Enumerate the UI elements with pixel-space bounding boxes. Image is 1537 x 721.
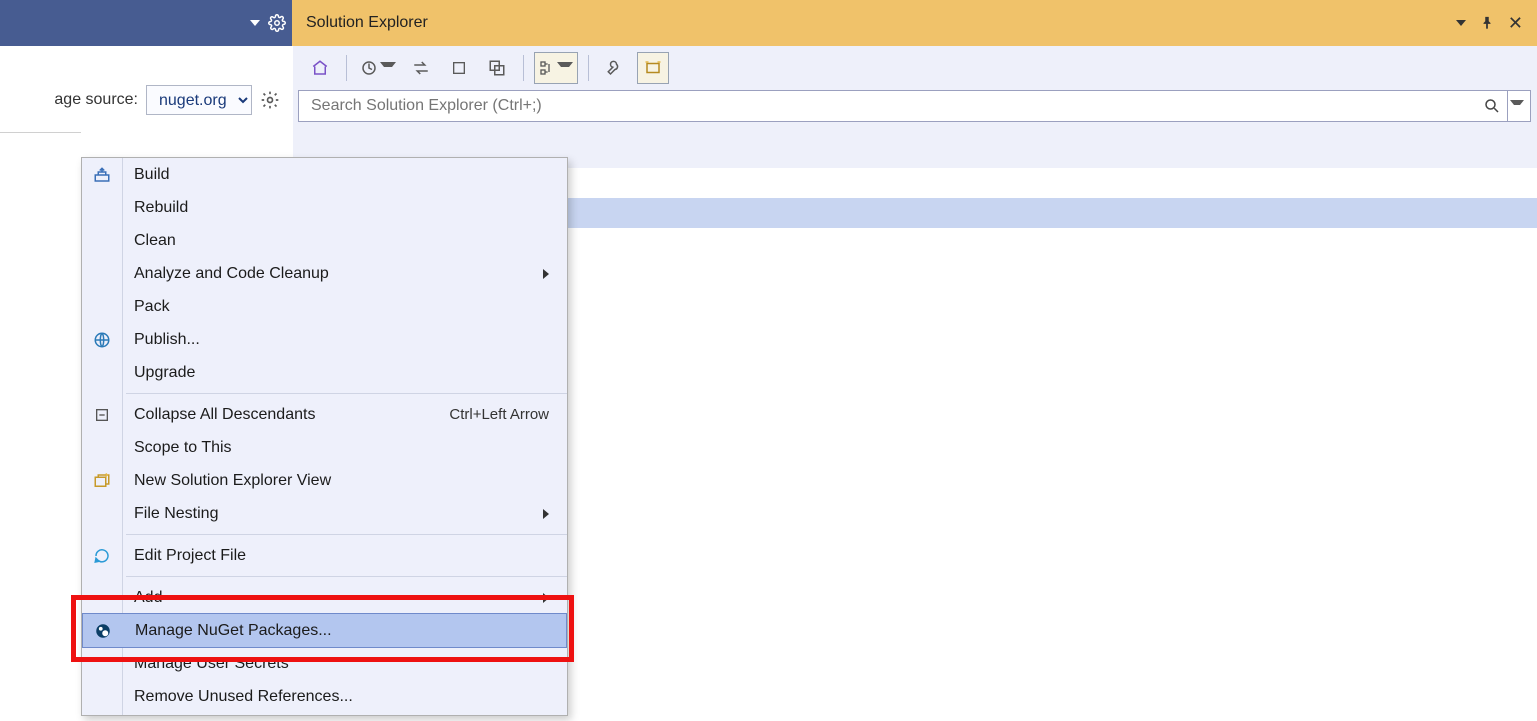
context-menu-separator	[126, 534, 567, 535]
context-menu-item[interactable]: Manage NuGet Packages...	[82, 613, 567, 648]
context-menu-item-label: Upgrade	[134, 364, 195, 382]
submenu-arrow-icon	[543, 509, 549, 519]
solution-explorer-search[interactable]	[298, 90, 1531, 122]
toolbar-separator	[346, 55, 347, 81]
package-source-row: age source: nuget.org	[0, 82, 292, 118]
context-menu-item[interactable]: Rebuild	[82, 191, 567, 224]
collapse-icon	[92, 405, 112, 425]
close-icon[interactable]: ✕	[1508, 14, 1523, 32]
context-menu-shortcut: Ctrl+Left Arrow	[449, 406, 549, 423]
package-source-select[interactable]: nuget.org	[146, 85, 252, 115]
context-menu-item[interactable]: Remove Unused References...	[82, 680, 567, 713]
globe-icon	[92, 330, 112, 350]
context-menu-separator	[126, 576, 567, 577]
search-icon[interactable]	[1483, 97, 1501, 115]
context-menu-item[interactable]: Pack	[82, 290, 567, 323]
context-menu-item[interactable]: Publish...	[82, 323, 567, 356]
context-menu-item[interactable]: File Nesting	[82, 497, 567, 530]
context-menu-item-label: Add	[134, 589, 162, 607]
preview-icon[interactable]	[637, 52, 669, 84]
window-position-dropdown-icon[interactable]	[1456, 20, 1466, 26]
context-menu-item-label: Manage NuGet Packages...	[135, 622, 332, 640]
home-icon[interactable]	[304, 52, 336, 84]
solution-explorer-header: Solution Explorer ✕	[292, 0, 1537, 46]
context-menu-item[interactable]: Edit Project File	[82, 539, 567, 572]
context-menu-item-label: Rebuild	[134, 199, 188, 217]
submenu-arrow-icon	[543, 269, 549, 279]
context-menu-item-label: Analyze and Code Cleanup	[134, 265, 329, 283]
fragment-divider	[0, 132, 81, 133]
package-source-label: age source:	[54, 91, 138, 109]
context-menu-item-label: Edit Project File	[134, 547, 246, 565]
context-menu-item[interactable]: New Solution Explorer View	[82, 464, 567, 497]
pin-icon[interactable]	[1480, 16, 1494, 30]
context-menu-item-label: Collapse All Descendants	[134, 406, 315, 424]
context-menu-item-label: Clean	[134, 232, 176, 250]
context-menu-item[interactable]: Clean	[82, 224, 567, 257]
context-menu-item-label: Remove Unused References...	[134, 688, 353, 706]
context-menu-item-label: File Nesting	[134, 505, 218, 523]
solution-explorer-title: Solution Explorer	[306, 14, 428, 32]
context-menu-item-label: New Solution Explorer View	[134, 472, 331, 490]
context-menu-item-label: Scope to This	[134, 439, 232, 457]
toolbar-separator	[523, 55, 524, 81]
context-menu-item[interactable]: Scope to This	[82, 431, 567, 464]
context-menu-item[interactable]: Add	[82, 581, 567, 614]
context-menu-item[interactable]: Analyze and Code Cleanup	[82, 257, 567, 290]
toolbar-separator	[588, 55, 589, 81]
solution-explorer-toolbar	[292, 46, 1537, 90]
nuget-icon	[93, 621, 113, 641]
new-view-icon	[92, 471, 112, 491]
properties-icon[interactable]	[599, 52, 631, 84]
toolbar-options-gear-icon[interactable]	[268, 14, 286, 32]
context-menu-item-label: Pack	[134, 298, 170, 316]
context-menu-item-label: Publish...	[134, 331, 200, 349]
refresh-icon[interactable]	[443, 52, 475, 84]
context-menu-item[interactable]: Collapse All Descendants Ctrl+Left Arrow	[82, 398, 567, 431]
submenu-arrow-icon	[543, 593, 549, 603]
context-menu-item-label: Manage User Secrets	[134, 655, 289, 673]
edit-icon	[92, 546, 112, 566]
sync-icon[interactable]	[405, 52, 437, 84]
toolbar-options-dropdown-icon[interactable]	[250, 20, 260, 26]
context-menu-item[interactable]: Manage User Secrets	[82, 647, 567, 680]
context-menu-separator	[126, 393, 567, 394]
search-options-dropdown-icon[interactable]	[1507, 91, 1524, 121]
titlebar-left	[0, 0, 292, 46]
context-menu-item[interactable]: Build	[82, 158, 567, 191]
search-input[interactable]	[309, 96, 1483, 116]
collapse-all-icon[interactable]	[481, 52, 513, 84]
context-menu-item-label: Build	[134, 166, 170, 184]
project-context-menu: Build Rebuild Clean Analyze and Code Cleanu…	[81, 157, 568, 716]
context-menu-item[interactable]: Upgrade	[82, 356, 567, 389]
show-all-files-icon[interactable]	[534, 52, 578, 84]
switch-views-icon[interactable]	[357, 52, 399, 84]
package-source-settings-gear-icon[interactable]	[260, 90, 280, 110]
build-icon	[92, 165, 112, 185]
